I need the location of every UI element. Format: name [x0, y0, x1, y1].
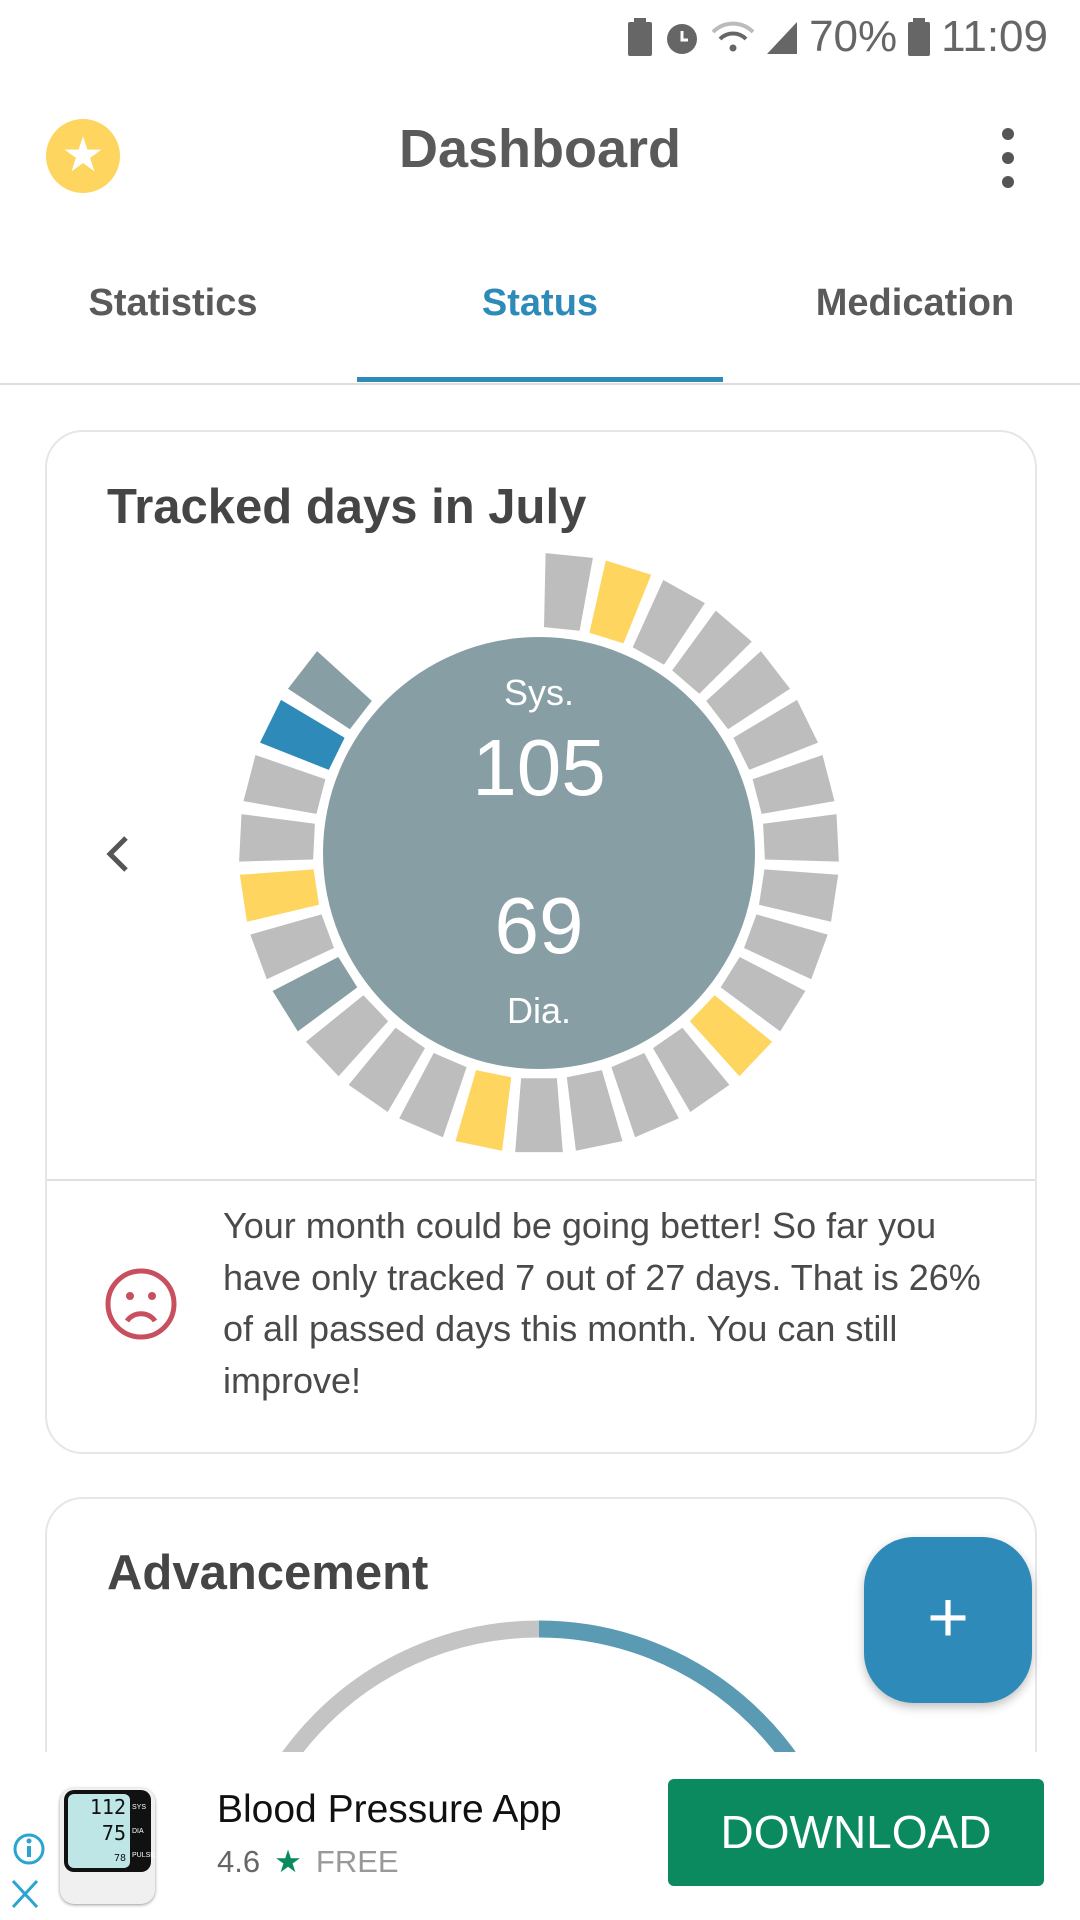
day-segment-25 [243, 755, 326, 814]
download-button[interactable]: DOWNLOAD [668, 1779, 1044, 1886]
sys-label: Sys. [503, 672, 574, 713]
day-segment-23 [239, 869, 319, 922]
dia-label: Dia. [506, 990, 572, 1031]
day-segment-8 [763, 814, 839, 862]
day-segment-17 [455, 1070, 512, 1151]
day-segment-1 [544, 553, 593, 631]
icon-label-dia: DIA [132, 1828, 144, 1835]
day-segment-15 [566, 1070, 623, 1151]
app-icon: 112 75 78 SYS DIA PULSE [60, 1788, 155, 1904]
icon-label-pulse: PULSE [132, 1852, 155, 1859]
ad-app-name: Blood Pressure App [217, 1788, 562, 1831]
icon-dia: 75 [101, 1821, 126, 1845]
dia-value: 69 [494, 881, 584, 970]
ad-price: FREE [315, 1844, 399, 1879]
ad-rating: 4.6 [217, 1844, 261, 1879]
ad-info-icon[interactable] [12, 1832, 46, 1866]
day-segment-9 [759, 869, 839, 922]
star-icon: ★ [274, 1844, 302, 1879]
gauge-track [276, 1620, 540, 1760]
ad-close-icon[interactable] [10, 1878, 40, 1910]
sad-face-icon [105, 1268, 177, 1340]
day-segment-16 [515, 1078, 563, 1153]
day-segment-7 [752, 755, 835, 814]
tracking-message: Your month could be going better! So far… [223, 1205, 981, 1401]
chevron-left-icon[interactable] [106, 836, 128, 872]
gauge-fill [538, 1620, 802, 1760]
icon-sys: 112 [89, 1795, 126, 1819]
card-title: Advancement [107, 1546, 429, 1600]
day-segment-24 [239, 814, 315, 862]
add-button[interactable]: + [864, 1537, 1032, 1703]
icon-pulse: 78 [113, 1853, 126, 1864]
icon-label-sys: SYS [132, 1804, 147, 1811]
sys-value: 105 [472, 723, 606, 812]
